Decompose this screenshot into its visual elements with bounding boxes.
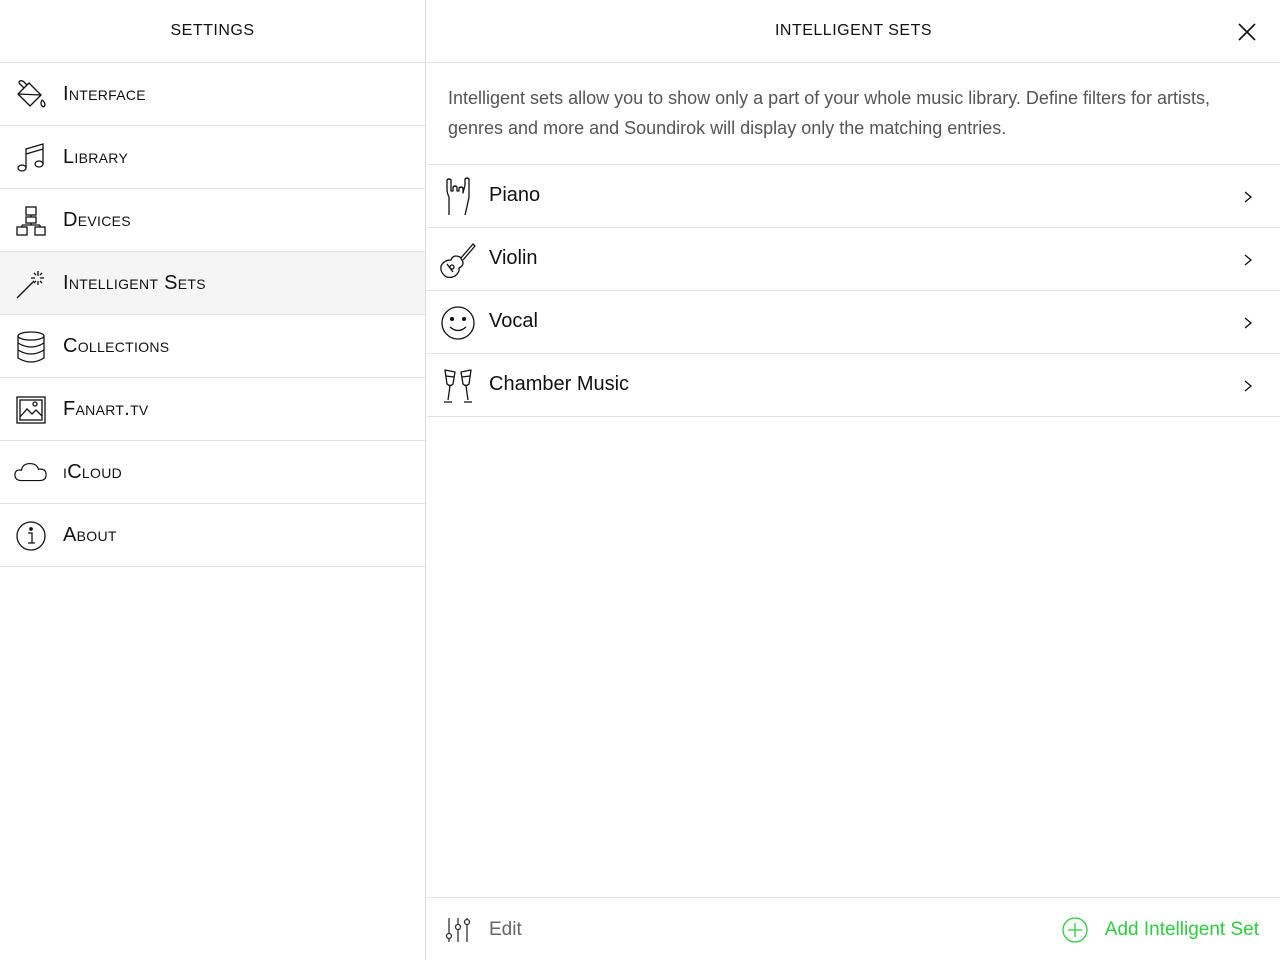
rock-hand-icon xyxy=(439,177,477,217)
sidebar-item-icloud[interactable]: iCloud xyxy=(0,441,425,504)
database-icon xyxy=(13,330,49,364)
set-label: Piano xyxy=(489,184,541,206)
sidebar-item-library[interactable]: Library xyxy=(0,126,425,189)
set-row-piano[interactable]: Piano xyxy=(427,165,1280,228)
image-icon xyxy=(13,393,49,427)
chevron-right-icon xyxy=(1244,254,1253,266)
sidebar-item-intelligent-sets[interactable]: Intelligent Sets xyxy=(0,252,425,315)
network-icon xyxy=(13,204,49,238)
sidebar-item-label: Collections xyxy=(63,334,170,357)
sidebar-item-collections[interactable]: Collections xyxy=(0,315,425,378)
sidebar-item-label: Fanart.tv xyxy=(63,397,149,420)
set-row-violin[interactable]: Violin xyxy=(427,228,1280,291)
chevron-right-icon xyxy=(1244,317,1253,329)
smiley-icon xyxy=(439,303,477,343)
set-label: Violin xyxy=(489,247,538,269)
plus-circle-icon xyxy=(1062,917,1088,943)
intelligent-sets-panel: Intelligent Sets Intelligent sets allow … xyxy=(427,0,1280,960)
description-text: Intelligent sets allow you to show only … xyxy=(427,63,1280,165)
guitar-icon xyxy=(439,240,477,280)
sidebar-title-text: Settings xyxy=(170,22,255,39)
info-icon xyxy=(13,519,49,553)
sidebar-item-label: Library xyxy=(63,145,129,168)
cloud-icon xyxy=(13,456,49,490)
sidebar-item-about[interactable]: About xyxy=(0,504,425,567)
page-title: Intelligent Sets xyxy=(774,22,933,39)
sidebar-item-label: Interface xyxy=(63,82,146,105)
sidebar-item-devices[interactable]: Devices xyxy=(0,189,425,252)
panel-header: Intelligent Sets xyxy=(427,0,1280,63)
sidebar-item-label: Intelligent Sets xyxy=(63,271,206,294)
sidebar-item-label: Devices xyxy=(63,208,131,231)
sidebar-item-label: iCloud xyxy=(63,460,123,483)
bottom-toolbar: Edit Add Intelligent Set xyxy=(427,897,1280,960)
champagne-glasses-icon xyxy=(439,366,477,406)
sidebar-item-fanart[interactable]: Fanart.tv xyxy=(0,378,425,441)
paint-bucket-icon xyxy=(13,78,49,112)
set-row-chamber-music[interactable]: Chamber Music xyxy=(427,354,1280,417)
set-row-vocal[interactable]: Vocal xyxy=(427,291,1280,354)
chevron-right-icon xyxy=(1244,191,1253,203)
music-note-icon xyxy=(13,141,49,175)
edit-button[interactable]: Edit xyxy=(443,913,522,947)
sidebar-title: Settings xyxy=(0,0,425,63)
chevron-right-icon xyxy=(1244,380,1253,392)
add-intelligent-set-button[interactable]: Add Intelligent Set xyxy=(1061,913,1259,947)
set-label: Chamber Music xyxy=(489,373,630,395)
settings-sidebar: Settings Interface Library xyxy=(0,0,426,960)
sliders-icon xyxy=(445,918,471,942)
close-button[interactable] xyxy=(1234,19,1260,45)
magic-wand-icon xyxy=(13,267,49,301)
edit-label: Edit xyxy=(489,919,522,940)
set-label: Vocal xyxy=(489,310,538,332)
sidebar-item-label: About xyxy=(63,523,117,546)
sidebar-item-interface[interactable]: Interface xyxy=(0,63,425,126)
close-icon xyxy=(1238,23,1256,41)
add-intelligent-set-label: Add Intelligent Set xyxy=(1104,919,1259,940)
